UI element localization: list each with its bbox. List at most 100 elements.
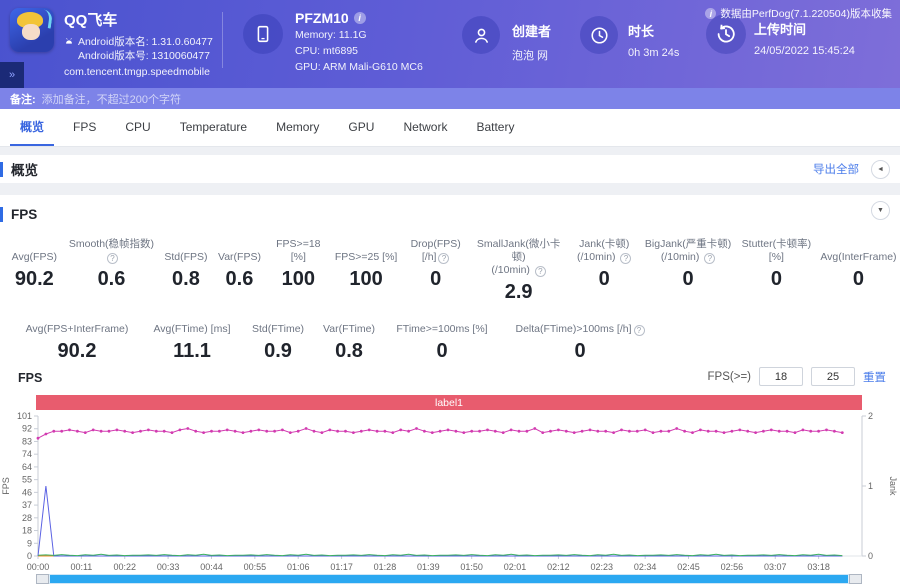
collapse-button[interactable]: ◄ [871, 159, 890, 179]
svg-text:92: 92 [22, 424, 32, 434]
info-icon[interactable]: ? [633, 325, 645, 336]
scrollbar-handle-left[interactable] [36, 574, 49, 584]
metric-value: 0.8 [335, 340, 363, 362]
metric-Stutter(卡顿率) [%]: Stutter(卡顿率) [%] 0 [734, 238, 818, 304]
svg-text:2: 2 [868, 411, 873, 421]
tab-GPU[interactable]: GPU [338, 109, 384, 146]
metric-value: 2.9 [504, 281, 533, 303]
app-icon-art [22, 24, 40, 40]
info-icon[interactable]: ? [704, 253, 716, 264]
svg-text:02:23: 02:23 [591, 562, 614, 570]
svg-text:00:55: 00:55 [244, 562, 267, 570]
device-gpu: GPU: ARM Mali-G610 MC6 [295, 61, 423, 73]
svg-text:03:07: 03:07 [764, 562, 787, 570]
tab-Network[interactable]: Network [393, 109, 457, 146]
app-icon [10, 8, 54, 52]
metric-value: 0 [430, 268, 442, 290]
svg-text:02:56: 02:56 [721, 562, 744, 570]
tab-FPS[interactable]: FPS [63, 109, 106, 146]
metric-Jank(卡顿): Jank(卡顿) (/10min) ? 0 [567, 238, 642, 304]
series-Smooth [37, 553, 843, 557]
device-info-icon[interactable]: i [353, 12, 366, 24]
divider [222, 12, 223, 68]
accent-bar [0, 207, 3, 222]
device-cpu: CPU: mt6895 [295, 45, 359, 57]
chart-scrollbar[interactable] [36, 574, 862, 584]
tab-Memory[interactable]: Memory [266, 109, 329, 146]
fps-section-title: FPS [11, 207, 38, 222]
tab-概览[interactable]: 概览 [10, 109, 55, 146]
fps-section-header: FPS ▼ [0, 195, 900, 225]
fps-section: FPS ▼ Avg(FPS) 90.2 Smooth(稳帧指数)? 0.6 Std(FP… [0, 195, 900, 586]
fps-threshold-input-1[interactable] [759, 367, 803, 386]
person-icon [474, 28, 488, 43]
metric-value: 90.2 [14, 268, 54, 290]
metric-value: 0 [574, 340, 586, 362]
duration-label: 时长 [628, 24, 655, 39]
info-icon[interactable]: ? [534, 266, 546, 277]
metric-Delta(FTime)>100ms [/h]: Delta(FTime)>100ms [/h]? 0 [500, 310, 660, 363]
device-memory: Memory: 11.1G [295, 29, 367, 41]
metric-value: 0 [436, 340, 448, 362]
info-icon[interactable]: ? [438, 253, 450, 264]
perfdog-report-page: » QQ飞车 Android版本名: 1.31.0.60477 Android版… [0, 0, 900, 586]
metric-FTime>=100ms [%]: FTime>=100ms [%] 0 [384, 310, 500, 363]
fps-chart[interactable]: 101 92 83 74 64 55 46 37 28 18 9 0 2 1 0 FPS Jank 00:00 00… [0, 410, 900, 572]
metric-BigJank(严重卡顿): BigJank(严重卡顿) (/10min) ? 0 [644, 238, 732, 290]
svg-text:Jank: Jank [888, 476, 898, 496]
scrollbar-handle-right[interactable] [849, 574, 862, 584]
reset-link[interactable]: 重置 [863, 369, 886, 385]
tab-Temperature[interactable]: Temperature [170, 109, 257, 146]
info-icon: i [705, 8, 717, 19]
fps-collapse-button[interactable]: ▼ [871, 200, 890, 220]
remarks-bar[interactable]: 备注: 添加备注，不超过200个字符 [0, 88, 900, 109]
duration-circle [580, 16, 618, 54]
metric-Avg(FPS+InterFrame): Avg(FPS+InterFrame) 90.2 [12, 310, 142, 363]
upload-block: 上传时间 24/05/2022 15:45:24 [754, 19, 855, 57]
corner-widget[interactable]: » [0, 62, 24, 88]
upload-value: 24/05/2022 15:45:24 [754, 45, 855, 57]
overview-title: 概览 [11, 163, 38, 178]
app-title: QQ飞车 [64, 12, 118, 29]
svg-text:00:33: 00:33 [157, 562, 180, 570]
creator-label: 创建者 [512, 24, 552, 39]
metric-value: 0 [852, 268, 864, 290]
app-package: com.tencent.tmgp.speedmobile [64, 66, 210, 78]
metric-value: 0 [682, 268, 694, 290]
info-icon[interactable]: ? [106, 253, 118, 264]
tab-bar: 概览 FPS CPU Temperature Memory GPU Network Batte… [0, 109, 900, 147]
scene-label-bar[interactable]: label1 [36, 395, 862, 410]
export-all-link[interactable]: 导出全部 [813, 161, 859, 177]
metric-Var(FPS): Var(FPS) 0.6 [214, 238, 266, 304]
svg-text:00:44: 00:44 [200, 562, 223, 570]
svg-text:00:22: 00:22 [113, 562, 136, 570]
device-info: PFZM10 i Memory: 11.1G CPU: mt6895 GPU: … [295, 10, 423, 74]
svg-text:64: 64 [22, 462, 32, 472]
metric-value: 0.8 [172, 268, 200, 290]
svg-text:1: 1 [868, 481, 873, 491]
fps-metrics-row-1: Avg(FPS) 90.2 Smooth(稳帧指数)? 0.6 Std(FPS) 0.8 V… [0, 238, 900, 304]
metric-value: 0 [598, 268, 610, 290]
metric-Smooth(稳帧指数): Smooth(稳帧指数)? 0.6 [65, 238, 159, 304]
tab-CPU[interactable]: CPU [115, 109, 160, 146]
scrollbar-fill[interactable] [50, 575, 848, 583]
svg-text:46: 46 [22, 487, 32, 497]
svg-text:55: 55 [22, 475, 32, 485]
device-circle [243, 14, 283, 54]
metric-Avg(InterFrame): Avg(InterFrame) 0 [820, 251, 897, 290]
tab-Battery[interactable]: Battery [466, 109, 524, 146]
remarks-label: 备注: [10, 93, 36, 106]
phone-icon [257, 25, 269, 43]
creator-circle [462, 16, 500, 54]
svg-text:0: 0 [868, 551, 873, 561]
fps-line-chart[interactable]: 101 92 83 74 64 55 46 37 28 18 9 0 2 1 0 FPS Jank 00:00 00… [0, 410, 900, 572]
svg-text:37: 37 [22, 500, 32, 510]
svg-text:01:06: 01:06 [287, 562, 310, 570]
history-clock-icon [717, 24, 735, 43]
fps-threshold-input-2[interactable] [811, 367, 855, 386]
info-icon[interactable]: ? [620, 253, 632, 264]
metric-value: 0 [770, 268, 782, 290]
fps-threshold-label: FPS(>=) [707, 370, 751, 383]
chart-controls: FPS FPS(>=) 重置 [0, 367, 900, 391]
svg-text:02:01: 02:01 [504, 562, 527, 570]
